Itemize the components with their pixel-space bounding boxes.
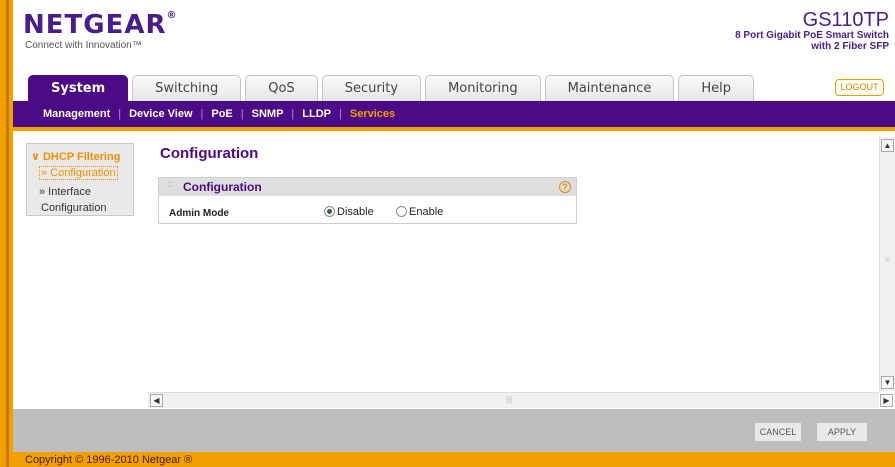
- admin-mode-enable-radio[interactable]: Enable: [396, 206, 443, 218]
- tab-monitoring[interactable]: Monitoring: [425, 75, 541, 101]
- left-border: [0, 0, 13, 467]
- page-title: Configuration: [160, 145, 259, 162]
- cancel-button[interactable]: CANCEL: [754, 422, 802, 442]
- radio-unselected-icon: [396, 206, 407, 217]
- tab-qos[interactable]: QoS: [245, 75, 318, 101]
- scroll-grip-icon: ≡: [885, 255, 890, 264]
- admin-mode-disable-radio[interactable]: Disable: [324, 206, 374, 218]
- netgear-logo: NETGEAR®: [23, 10, 178, 40]
- side-menu: ∨ DHCP Filtering » Configuration » Inter…: [26, 143, 134, 216]
- configuration-panel: :: Configuration ? Admin Mode Disable En…: [158, 177, 577, 224]
- tab-help[interactable]: Help: [678, 75, 754, 101]
- scroll-grip-icon: |||: [506, 395, 513, 404]
- logout-button[interactable]: LOGOUT: [835, 79, 884, 96]
- panel-header: :: Configuration ?: [159, 178, 576, 196]
- scroll-down-icon[interactable]: ▼: [881, 376, 894, 389]
- subnav-poe[interactable]: PoE: [211, 108, 232, 120]
- subnav-management[interactable]: Management: [43, 108, 110, 120]
- tab-system[interactable]: System: [28, 75, 129, 101]
- sidemenu-item-interface-configuration[interactable]: » Interface Configuration: [39, 184, 106, 216]
- tab-security[interactable]: Security: [321, 75, 422, 101]
- radio-selected-icon: [324, 206, 335, 217]
- tab-switching[interactable]: Switching: [132, 75, 242, 101]
- subnav-services[interactable]: Services: [350, 108, 395, 120]
- copyright-text: Copyright © 1996-2010 Netgear ®: [13, 452, 895, 467]
- scroll-up-icon[interactable]: ▲: [881, 139, 894, 152]
- scroll-left-icon[interactable]: ◀: [150, 394, 163, 407]
- subnav-divider: [13, 127, 895, 131]
- drag-handle-icon: ::: [167, 179, 173, 190]
- vertical-scrollbar[interactable]: ▲ ≡ ▼: [879, 137, 895, 391]
- sub-navigation: Management | Device View | PoE | SNMP | …: [13, 101, 895, 127]
- model-info: GS110TP 8 Port Gigabit PoE Smart Switch …: [735, 10, 889, 52]
- panel-title: Configuration: [183, 180, 262, 194]
- header: NETGEAR® Connect with Innovation™ GS110T…: [13, 0, 895, 73]
- subnav-snmp[interactable]: SNMP: [252, 108, 284, 120]
- subnav-lldp[interactable]: LLDP: [302, 108, 331, 120]
- help-icon[interactable]: ?: [559, 181, 571, 193]
- admin-mode-label: Admin Mode: [169, 208, 229, 219]
- scroll-right-icon[interactable]: ▶: [880, 394, 893, 407]
- subnav-device-view[interactable]: Device View: [129, 108, 192, 120]
- footer-bar: CANCEL APPLY: [13, 409, 895, 452]
- sidemenu-group-dhcp-filtering[interactable]: ∨ DHCP Filtering: [31, 150, 120, 163]
- app-window: NETGEAR® Connect with Innovation™ GS110T…: [0, 0, 895, 467]
- tab-maintenance[interactable]: Maintenance: [544, 75, 675, 101]
- model-description-1: 8 Port Gigabit PoE Smart Switch: [735, 30, 889, 41]
- model-name: GS110TP: [802, 9, 889, 31]
- horizontal-scrollbar[interactable]: ◀ ||| ▶: [148, 392, 893, 408]
- apply-button[interactable]: APPLY: [816, 422, 868, 442]
- main-tabs: System Switching QoS Security Monitoring…: [28, 75, 758, 101]
- sidemenu-item-configuration[interactable]: » Configuration: [39, 166, 118, 180]
- model-description-2: with 2 Fiber SFP: [811, 41, 889, 52]
- tagline: Connect with Innovation™: [25, 40, 142, 51]
